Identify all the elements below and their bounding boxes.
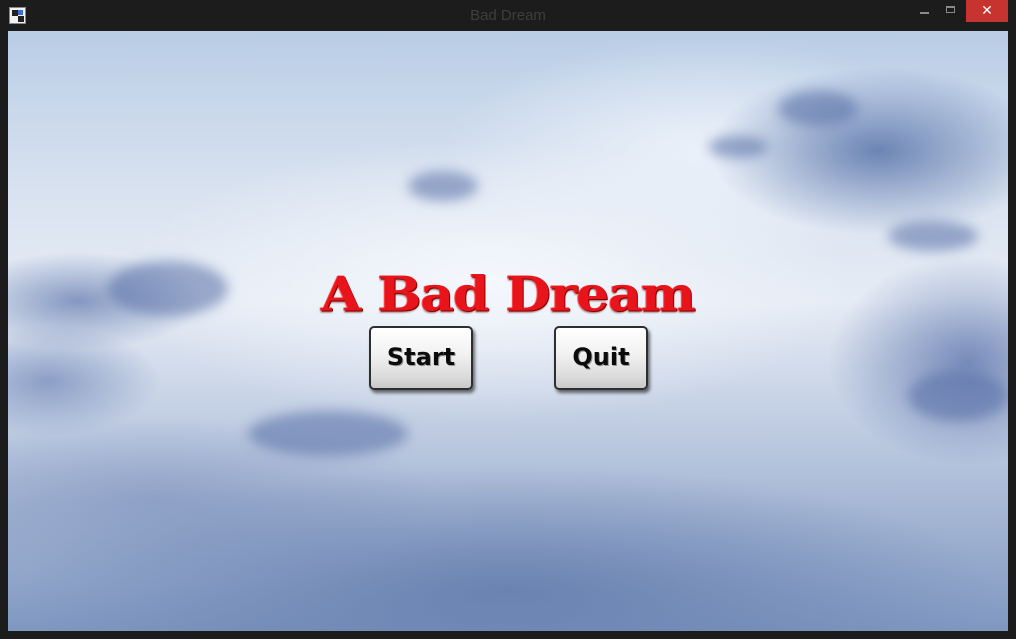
maximize-icon [946, 6, 955, 13]
cloud-shape [108, 261, 228, 316]
cloud-shape [708, 136, 768, 158]
cloud-shape [908, 371, 1008, 421]
game-window: Bad Dream ✕ A Bad Dream Start Quit [0, 0, 1016, 639]
quit-button[interactable]: Quit [554, 326, 648, 390]
cloud-shape [888, 221, 978, 251]
start-button[interactable]: Start [369, 326, 473, 390]
window-title: Bad Dream [470, 7, 546, 24]
minimize-button[interactable] [914, 0, 936, 22]
cloud-shape [778, 91, 858, 126]
close-button[interactable]: ✕ [966, 0, 1008, 22]
game-title: A Bad Dream [321, 266, 696, 323]
cloud-shape [408, 171, 478, 201]
game-canvas: A Bad Dream Start Quit [8, 31, 1008, 631]
app-icon[interactable] [9, 7, 26, 24]
close-icon: ✕ [981, 3, 993, 19]
maximize-button[interactable] [940, 0, 962, 22]
minimize-icon [920, 12, 929, 14]
title-bar[interactable]: Bad Dream ✕ [0, 0, 1016, 31]
cloud-shape [248, 411, 408, 456]
